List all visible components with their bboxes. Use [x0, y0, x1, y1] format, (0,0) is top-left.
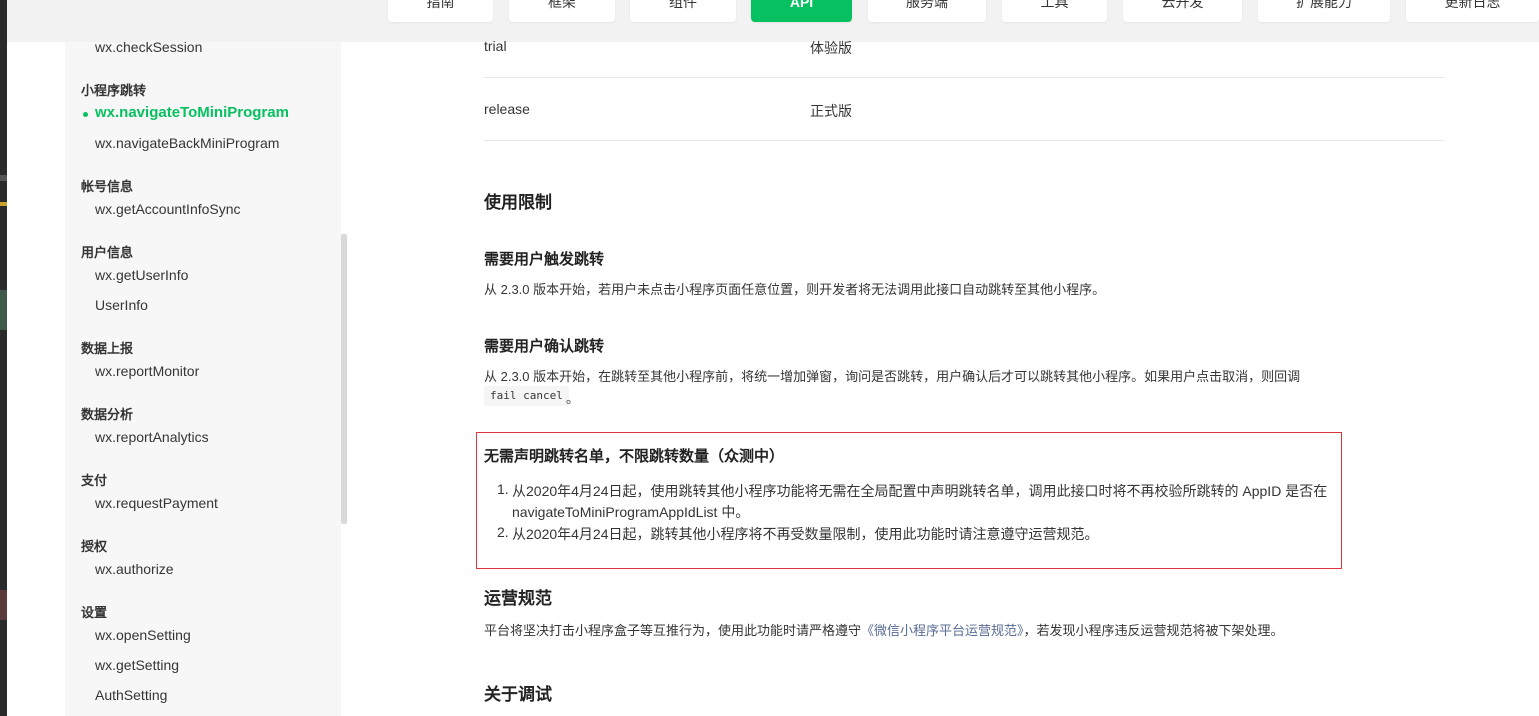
sidebar-item-checksession[interactable]: wx.checkSession [95, 39, 202, 55]
sidebar-item-account-info[interactable]: wx.getAccountInfoSync [95, 201, 241, 217]
table-cell-value: trial [484, 38, 507, 54]
nav-tab-components[interactable]: 组件 [630, 0, 736, 22]
limits-heading: 使用限制 [484, 193, 552, 212]
nav-tab-guide[interactable]: 指南 [388, 0, 493, 22]
nav-tab-api[interactable]: API [751, 0, 852, 22]
table-row-divider [484, 77, 1445, 78]
active-dot-icon [83, 112, 88, 117]
sidebar-group-jump: 小程序跳转 [81, 83, 147, 98]
sidebar-item-authorize[interactable]: wx.authorize [95, 561, 174, 577]
sidebar-group-account: 帐号信息 [81, 179, 134, 194]
nav-tab-extensions[interactable]: 扩展能力 [1258, 0, 1390, 22]
table-cell-desc: 体验版 [810, 40, 852, 56]
sidebar-item-report-monitor[interactable]: wx.reportMonitor [95, 363, 199, 379]
sidebar-item-open-setting[interactable]: wx.openSetting [95, 627, 191, 643]
ops-heading: 运营规范 [484, 589, 552, 608]
table-row-divider [484, 140, 1445, 141]
sidebar-group-userinfo: 用户信息 [81, 245, 134, 260]
sidebar-item-report-analytics[interactable]: wx.reportAnalytics [95, 429, 209, 445]
confirm-period: 。 [566, 391, 580, 406]
sidebar-item-get-setting[interactable]: wx.getSetting [95, 657, 179, 673]
sidebar-item-get-userinfo[interactable]: wx.getUserInfo [95, 267, 188, 283]
nav-tab-changelog[interactable]: 更新日志 [1406, 0, 1539, 22]
list-number: 1. [497, 481, 509, 497]
table-cell-value: release [484, 101, 530, 117]
list-number: 2. [497, 524, 509, 540]
window-edge [0, 0, 7, 716]
sidebar-item-userinfo[interactable]: UserInfo [95, 297, 148, 313]
sidebar-scrollbar[interactable] [341, 234, 347, 524]
nav-tab-server[interactable]: 服务端 [868, 0, 986, 22]
sidebar-group-payment: 支付 [81, 473, 108, 488]
sidebar-item-request-payment[interactable]: wx.requestPayment [95, 495, 218, 511]
ops-text: 平台将坚决打击小程序盒子等互推行为，使用此功能时请严格遵守《微信小程序平台运营规… [484, 620, 1284, 639]
sidebar-item-auth-setting[interactable]: AuthSetting [95, 687, 167, 703]
ops-rules-link[interactable]: 《微信小程序平台运营规范》 [861, 623, 1024, 638]
trigger-text: 从 2.3.0 版本开始，若用户未点击小程序页面任意位置，则开发者将无法调用此接… [484, 282, 1106, 297]
list-item: 从2020年4月24日起，使用跳转其他小程序功能将无需在全局配置中声明跳转名单，… [512, 483, 1328, 499]
confirm-heading: 需要用户确认跳转 [484, 338, 605, 355]
fail-cancel-code: fail cancel [484, 386, 569, 406]
list-item: 从2020年4月24日起，跳转其他小程序将不再受数量限制，使用此功能时请注意遵守… [512, 526, 1099, 542]
ops-text-after: ，若发现小程序违反运营规范将被下架处理。 [1023, 623, 1284, 638]
sidebar-item-navigate-to-mini-program[interactable]: wx.navigateToMiniProgram [95, 104, 289, 121]
sidebar-group-settings: 设置 [81, 605, 108, 620]
nav-tab-framework[interactable]: 框架 [509, 0, 615, 22]
debug-heading: 关于调试 [484, 685, 552, 704]
trigger-heading: 需要用户触发跳转 [484, 251, 605, 268]
sidebar-group-report: 数据上报 [81, 341, 134, 356]
nav-tab-tools[interactable]: 工具 [1002, 0, 1107, 22]
sidebar-item-navigate-back[interactable]: wx.navigateBackMiniProgram [95, 135, 279, 151]
table-cell-desc: 正式版 [810, 103, 852, 119]
nav-tab-cloud-dev[interactable]: 云开发 [1123, 0, 1242, 22]
sidebar-group-auth: 授权 [81, 539, 108, 554]
list-item-continued: navigateToMiniProgramAppIdList 中。 [512, 504, 750, 520]
ops-text-before: 平台将坚决打击小程序盒子等互推行为，使用此功能时请严格遵守 [484, 623, 862, 638]
sidebar-group-analysis: 数据分析 [81, 407, 134, 422]
nolist-heading: 无需声明跳转名单，不限跳转数量（众测中） [484, 448, 785, 465]
confirm-text: 从 2.3.0 版本开始，在跳转至其他小程序前，将统一增加弹窗，询问是否跳转，用… [484, 369, 1301, 384]
